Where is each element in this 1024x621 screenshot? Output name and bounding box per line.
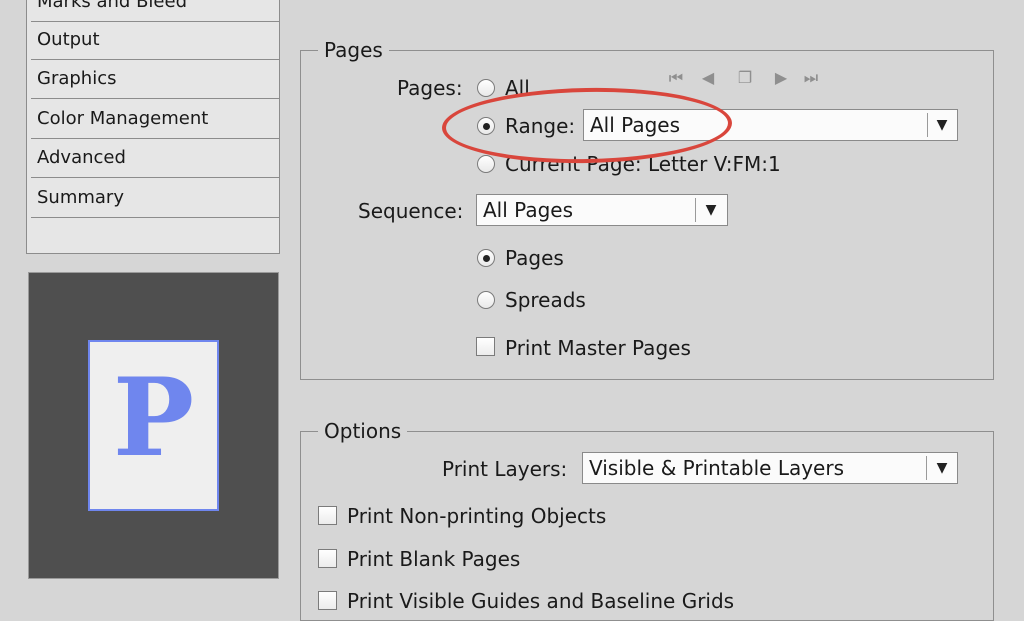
print-visible-guides-checkbox[interactable] xyxy=(318,591,337,610)
sequence-dropdown[interactable]: All Pages ▼ xyxy=(476,194,728,226)
pages-group-title: Pages xyxy=(318,38,389,62)
print-layers-value: Visible & Printable Layers xyxy=(589,456,844,480)
page-preview: P xyxy=(28,272,279,579)
sequence-label: Sequence: xyxy=(358,199,464,223)
sidebar-item-advanced[interactable]: Advanced xyxy=(31,139,280,178)
options-group-title: Options xyxy=(318,419,408,443)
radio-range[interactable] xyxy=(477,117,495,135)
print-category-list: Marks and Bleed Output Graphics Color Ma… xyxy=(26,0,280,254)
previous-page-icon[interactable]: ◀ xyxy=(698,66,718,90)
sidebar-item-label: Marks and Bleed xyxy=(37,0,187,12)
range-dropdown[interactable]: All Pages ▼ xyxy=(583,109,958,141)
radio-all-pages[interactable] xyxy=(477,79,495,97)
radio-pages-label: Pages xyxy=(505,246,564,270)
preview-page-thumbnail: P xyxy=(88,340,219,511)
radio-current-page[interactable] xyxy=(477,155,495,173)
radio-current-page-label: Current Page: Letter V:FM:1 xyxy=(505,152,781,176)
sidebar-item-output[interactable]: Output xyxy=(31,21,280,60)
sidebar-item-summary[interactable]: Summary xyxy=(31,179,280,218)
print-master-pages-label: Print Master Pages xyxy=(505,336,691,360)
print-nonprinting-objects-label: Print Non-printing Objects xyxy=(347,504,607,528)
print-nonprinting-objects-checkbox[interactable] xyxy=(318,506,337,525)
radio-spreads[interactable] xyxy=(477,291,495,309)
chevron-down-icon: ▼ xyxy=(936,117,948,133)
range-value: All Pages xyxy=(590,113,680,137)
next-page-icon[interactable]: ▶ xyxy=(771,66,791,90)
chevron-down-icon: ▼ xyxy=(936,460,948,476)
sidebar-item-color-management[interactable]: Color Management xyxy=(31,100,280,139)
print-layers-label: Print Layers: xyxy=(442,457,568,481)
pages-label: Pages: xyxy=(397,76,463,100)
sidebar-item-label: Summary xyxy=(37,187,124,208)
sidebar-item-marks-and-bleed[interactable]: Marks and Bleed xyxy=(31,0,280,22)
radio-range-label: Range: xyxy=(505,114,576,138)
radio-pages[interactable] xyxy=(477,249,495,267)
print-visible-guides-label: Print Visible Guides and Baseline Grids xyxy=(347,589,735,613)
sidebar-item-label: Advanced xyxy=(37,147,126,168)
chevron-down-icon: ▼ xyxy=(705,202,717,218)
sidebar-item-label: Graphics xyxy=(37,68,117,89)
print-layers-dropdown[interactable]: Visible & Printable Layers ▼ xyxy=(582,452,958,484)
sidebar-item-label: Color Management xyxy=(37,108,209,129)
dropdown-separator xyxy=(927,113,928,137)
sequence-value: All Pages xyxy=(483,198,573,222)
print-blank-pages-label: Print Blank Pages xyxy=(347,547,521,571)
radio-spreads-label: Spreads xyxy=(505,288,586,312)
page-thumbnails-icon[interactable]: ❐ xyxy=(732,66,758,90)
sidebar-item-label: Output xyxy=(37,29,100,50)
sidebar-item-graphics[interactable]: Graphics xyxy=(31,60,280,99)
print-master-pages-checkbox[interactable] xyxy=(476,337,495,356)
last-page-icon[interactable]: ⏭ xyxy=(801,66,821,90)
radio-all-label: All xyxy=(505,76,530,100)
dropdown-separator xyxy=(926,456,927,480)
preview-letter: P xyxy=(112,355,195,481)
dropdown-separator xyxy=(695,198,696,222)
first-page-icon[interactable]: ⏮ xyxy=(666,66,686,90)
print-blank-pages-checkbox[interactable] xyxy=(318,549,337,568)
